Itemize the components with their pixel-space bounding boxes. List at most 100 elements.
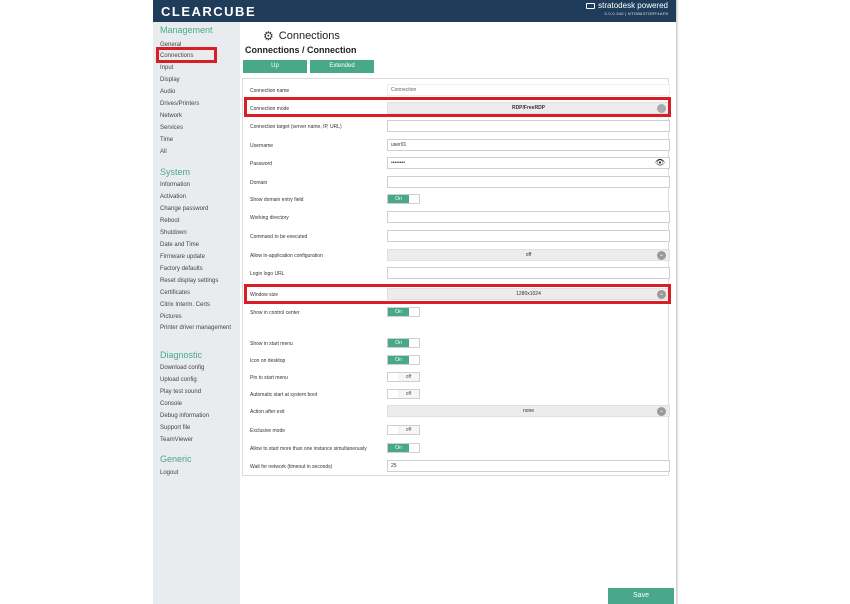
gears-icon: ⚙	[263, 29, 274, 43]
sidebar-item-console[interactable]: Console	[160, 401, 182, 408]
auto-start-toggle[interactable]: off	[387, 389, 420, 399]
sidebar-item-debug-info[interactable]: Debug information	[160, 413, 209, 420]
chevron-down-icon: ⌄	[657, 407, 666, 416]
sidebar-item-date-time[interactable]: Date and Time	[160, 242, 199, 249]
label-login-logo: Login logo URL	[250, 271, 285, 277]
sidebar-item-firmware-update[interactable]: Firmware update	[160, 254, 205, 261]
multi-instance-toggle[interactable]: On	[387, 443, 420, 453]
working-directory-input[interactable]	[387, 211, 670, 223]
top-header: CLEARCUBE stratodesk powered 3.0.0.340 |…	[153, 0, 676, 22]
pin-start-toggle[interactable]: off	[387, 372, 420, 382]
sidebar-item-audio[interactable]: Audio	[160, 89, 175, 96]
label-working-directory: Working directory	[250, 215, 289, 221]
action-after-exit-select[interactable]: none ⌄	[387, 405, 670, 417]
sidebar-item-shutdown[interactable]: Shutdown	[160, 230, 187, 237]
label-command: Command to be executed	[250, 234, 308, 240]
sidebar-item-input[interactable]: Input	[160, 65, 173, 72]
toggle-state: off	[398, 426, 419, 434]
breadcrumb: Connections / Connection	[245, 45, 357, 55]
sidebar-item-download-config[interactable]: Download config	[160, 365, 204, 372]
toggle-state: off	[398, 373, 419, 381]
sidebar-item-drives-printers[interactable]: Drives/Printers	[160, 101, 199, 108]
allow-in-app-select[interactable]: off ⌄	[387, 249, 670, 261]
sidebar-item-citrix-certs[interactable]: Citrix Interm. Certs	[160, 302, 210, 309]
connection-form: Connection name Connection Connection mo…	[242, 78, 670, 476]
toggle-state: off	[398, 390, 419, 398]
label-show-control-center: Show in control center	[250, 310, 300, 316]
label-connection-target: Connection target (server name, IP, URL)	[250, 124, 342, 130]
username-input[interactable]: user01	[387, 139, 670, 151]
sidebar-item-activation[interactable]: Activation	[160, 194, 186, 201]
sidebar-item-certificates[interactable]: Certificates	[160, 290, 190, 297]
label-domain: Domain	[250, 180, 268, 186]
password-value: ••••••••	[391, 160, 406, 166]
allow-in-app-value: off	[525, 252, 532, 258]
sidebar-item-change-password[interactable]: Change password	[160, 206, 208, 213]
sidebar-item-support-file[interactable]: Support file	[160, 425, 190, 432]
label-action-after-exit: Action after exit	[250, 409, 285, 415]
sidebar-item-teamviewer[interactable]: TeamViewer	[160, 437, 193, 444]
connection-target-input[interactable]	[387, 120, 670, 132]
sidebar-item-display[interactable]: Display	[160, 77, 180, 84]
sidebar-section-generic: Generic	[160, 454, 192, 464]
label-show-start-menu: Show in start menu	[250, 341, 293, 347]
label-wait-network: Wait for network (timeout in seconds)	[250, 464, 333, 470]
connections-highlight-box	[156, 47, 217, 63]
command-input[interactable]	[387, 230, 670, 242]
label-password: Password	[250, 161, 272, 167]
sidebar-item-upload-config[interactable]: Upload config	[160, 377, 197, 384]
label-show-domain: Show domain entry field	[250, 197, 304, 203]
icon-desktop-toggle[interactable]: On	[387, 355, 420, 365]
label-icon-desktop: Icon on desktop	[250, 358, 286, 364]
domain-input[interactable]	[387, 176, 670, 188]
sidebar-item-reboot[interactable]: Reboot	[160, 218, 179, 225]
connection-name-input[interactable]: Connection	[387, 84, 670, 96]
window-size-highlight-box	[244, 284, 671, 304]
show-domain-toggle[interactable]: On	[387, 194, 420, 204]
label-pin-start: Pin to start menu	[250, 375, 288, 381]
sidebar-item-pictures[interactable]: Pictures	[160, 314, 182, 321]
label-username: Username	[250, 143, 274, 149]
save-button[interactable]: Save	[608, 588, 674, 604]
label-exclusive: Exclusive mode	[250, 428, 286, 434]
action-after-exit-value: none	[522, 408, 535, 414]
wait-network-input[interactable]: 25	[387, 460, 670, 472]
show-start-menu-toggle[interactable]: On	[387, 338, 420, 348]
sidebar-item-factory-defaults[interactable]: Factory defaults	[160, 266, 203, 273]
sidebar-item-logout[interactable]: Logout	[160, 470, 178, 477]
sidebar-item-information[interactable]: Information	[160, 182, 190, 189]
sidebar: Management General Connections Input Dis…	[153, 22, 240, 604]
tab-extended[interactable]: Extended	[310, 60, 374, 73]
toggle-state: On	[388, 444, 409, 452]
sidebar-item-printer-driver[interactable]: Printer driver management	[160, 325, 235, 332]
connection-mode-highlight-box	[244, 97, 671, 117]
toggle-state: On	[388, 356, 409, 364]
brand-block: stratodesk powered 3.0.0.340 | NTOB63TOR…	[586, 1, 668, 16]
brand-text: stratodesk powered	[598, 1, 668, 10]
login-logo-input[interactable]	[387, 267, 670, 279]
sidebar-section-diagnostic: Diagnostic	[160, 350, 203, 360]
sidebar-item-services[interactable]: Services	[160, 125, 183, 132]
sidebar-item-play-test-sound[interactable]: Play test sound	[160, 389, 201, 396]
label-multi-instance: Allow to start more than one instance si…	[250, 446, 367, 452]
chevron-down-icon: ⌄	[657, 251, 666, 260]
sidebar-item-all[interactable]: All	[160, 149, 167, 156]
version-text: 3.0.0.340 | NTOB63TORF4AF8	[604, 11, 668, 16]
app-window: CLEARCUBE stratodesk powered 3.0.0.340 |…	[153, 0, 676, 604]
main-content: ⚙ Connections Connections / Connection U…	[240, 22, 676, 604]
sidebar-item-time[interactable]: Time	[160, 137, 173, 144]
monitor-icon	[586, 2, 596, 9]
tab-up[interactable]: Up	[243, 60, 307, 73]
label-auto-start: Automatic start at system boot	[250, 392, 318, 398]
password-input[interactable]: •••••••• 👁	[387, 157, 670, 169]
page-edge-shadow	[676, 0, 679, 604]
toggle-state: On	[388, 339, 409, 347]
exclusive-toggle[interactable]: off	[387, 425, 420, 435]
eye-icon[interactable]: 👁	[655, 158, 665, 168]
label-allow-in-app: Allow in-application configuration	[250, 253, 323, 259]
page-title: ⚙ Connections	[263, 29, 340, 43]
sidebar-item-network[interactable]: Network	[160, 113, 182, 120]
sidebar-item-reset-display[interactable]: Reset display settings	[160, 278, 218, 285]
show-control-center-toggle[interactable]: On	[387, 307, 420, 317]
sidebar-section-system: System	[160, 167, 191, 177]
